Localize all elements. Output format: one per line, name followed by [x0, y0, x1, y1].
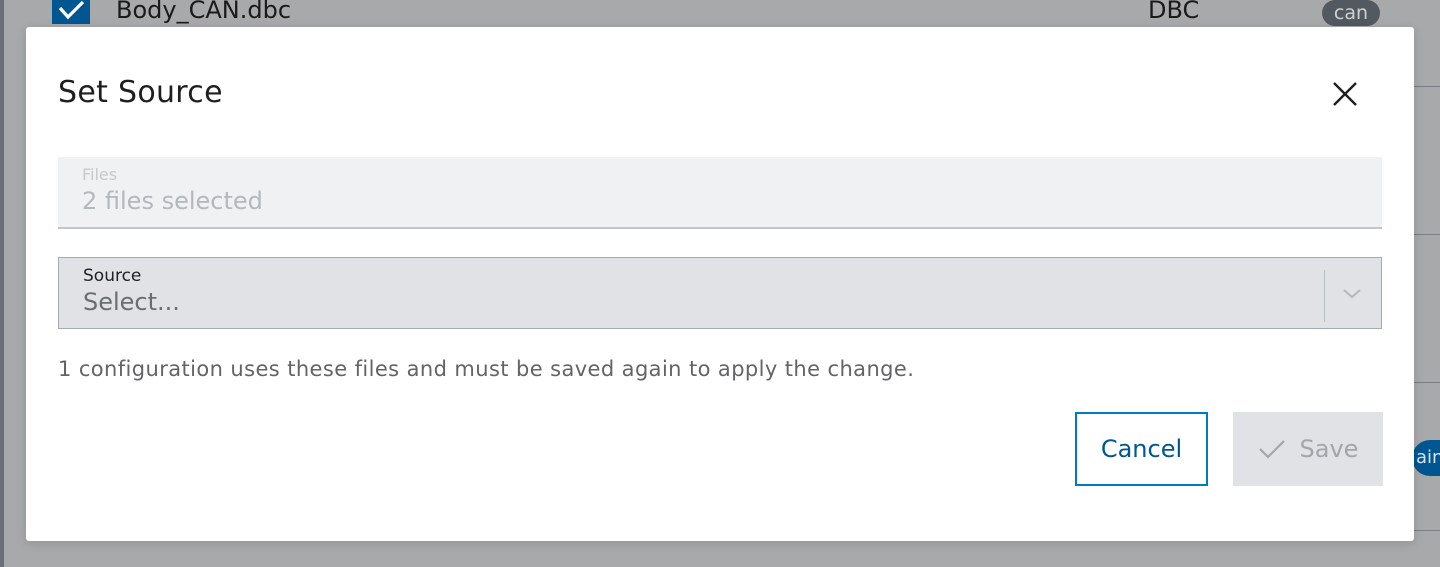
- files-value: 2 files selected: [82, 187, 263, 215]
- source-select[interactable]: Source Select...: [58, 257, 1382, 329]
- save-button[interactable]: Save: [1233, 412, 1383, 486]
- source-placeholder: Select...: [83, 288, 180, 316]
- row-divider: [1414, 234, 1440, 235]
- set-source-dialog: Set Source Files 2 files selected Source…: [26, 27, 1414, 541]
- file-tag-badge: can: [1322, 0, 1380, 26]
- chevron-down-icon: [1343, 289, 1361, 299]
- row-divider: [1414, 86, 1440, 87]
- close-button[interactable]: [1328, 77, 1362, 111]
- cancel-button[interactable]: Cancel: [1075, 412, 1208, 486]
- row-divider: [1414, 530, 1440, 531]
- select-divider: [1324, 270, 1325, 322]
- info-message: 1 configuration uses these files and mus…: [58, 357, 915, 381]
- file-name: Body_CAN.dbc: [116, 0, 292, 24]
- save-label: Save: [1299, 435, 1359, 463]
- row-checkbox[interactable]: [52, 0, 90, 24]
- files-field: Files 2 files selected: [58, 157, 1382, 229]
- file-list-row: Body_CAN.dbc DBC can: [0, 0, 1440, 26]
- checkmark-icon: [1258, 440, 1285, 459]
- files-label: Files: [82, 165, 118, 184]
- checkmark-icon: [58, 0, 85, 20]
- file-type: DBC: [1148, 0, 1200, 24]
- close-icon: [1333, 82, 1357, 106]
- app-left-edge: [0, 0, 4, 567]
- background-pill-button[interactable]: ain: [1412, 440, 1440, 476]
- source-label: Source: [83, 266, 142, 286]
- dialog-title: Set Source: [58, 75, 223, 110]
- row-divider: [1414, 382, 1440, 383]
